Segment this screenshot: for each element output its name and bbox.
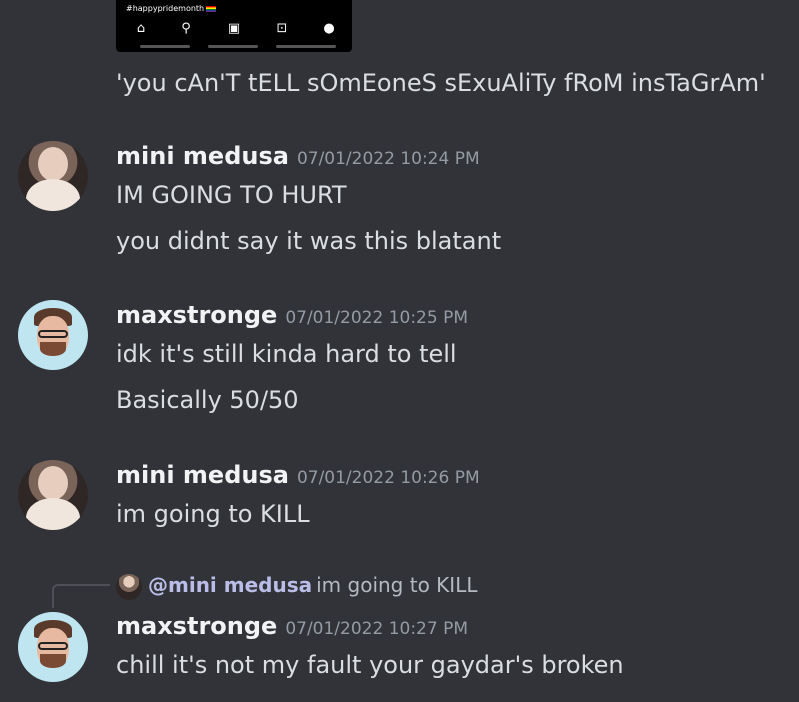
- avatar[interactable]: [18, 612, 88, 682]
- reply-text[interactable]: im going to KILL: [316, 573, 477, 597]
- pride-flag-icon: [206, 5, 217, 12]
- hashtag-text: #happypridemonth: [126, 4, 205, 13]
- message-text: 'you cAn'T tELL sOmEoneS sExuAliTy fRoM …: [116, 69, 766, 97]
- embed-nav-bar: ⌂ ⚲ ▣ ⊡ ●: [116, 19, 352, 39]
- timestamp: 07/01/2022 10:24 PM: [296, 149, 480, 169]
- shop-icon: ⊡: [276, 21, 288, 36]
- embed-hashtag: #happypridemonth: [126, 4, 217, 13]
- message-text: Basically 50/50: [116, 386, 299, 414]
- message-header: maxstronge 07/01/2022 10:25 PM: [116, 301, 468, 329]
- timestamp: 07/01/2022 10:26 PM: [296, 468, 480, 488]
- embed-bar: [208, 45, 258, 48]
- timestamp: 07/01/2022 10:25 PM: [285, 308, 469, 328]
- profile-icon: ●: [323, 21, 335, 36]
- message-header: mini medusa 07/01/2022 10:26 PM: [116, 461, 480, 489]
- username[interactable]: mini medusa: [116, 461, 289, 489]
- reply-connector: [52, 584, 110, 608]
- reply-avatar: [116, 573, 142, 600]
- avatar[interactable]: [18, 460, 88, 530]
- message-header: mini medusa 07/01/2022 10:24 PM: [116, 142, 480, 170]
- username[interactable]: mini medusa: [116, 142, 289, 170]
- reply-mention[interactable]: @mini medusa: [148, 573, 312, 597]
- message-text: chill it's not my fault your gaydar's br…: [116, 651, 624, 679]
- reply-preview[interactable]: @mini medusa im going to KILL: [116, 571, 477, 600]
- message-text: im going to KILL: [116, 500, 310, 528]
- embedded-image[interactable]: #happypridemonth ⌂ ⚲ ▣ ⊡ ●: [116, 0, 352, 52]
- username[interactable]: maxstronge: [116, 301, 277, 329]
- message-text: idk it's still kinda hard to tell: [116, 340, 457, 368]
- message-text: you didnt say it was this blatant: [116, 227, 502, 255]
- avatar[interactable]: [18, 300, 88, 370]
- reels-icon: ▣: [227, 21, 241, 36]
- embed-bar: [140, 45, 190, 48]
- embed-bar: [276, 45, 336, 48]
- message-text: IM GOING TO HURT: [116, 181, 347, 209]
- timestamp: 07/01/2022 10:27 PM: [285, 619, 469, 639]
- avatar[interactable]: [18, 141, 88, 211]
- search-icon: ⚲: [181, 21, 191, 36]
- username[interactable]: maxstronge: [116, 612, 277, 640]
- message-header: maxstronge 07/01/2022 10:27 PM: [116, 612, 468, 640]
- home-icon: ⌂: [136, 21, 146, 36]
